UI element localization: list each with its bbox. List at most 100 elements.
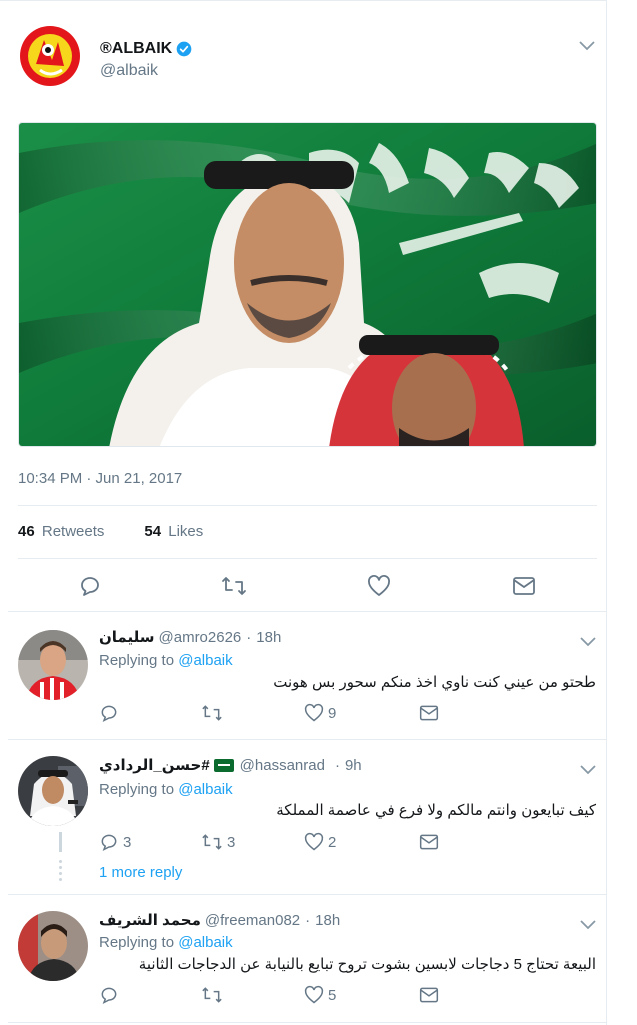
reply-author-handle[interactable]: @hassanrad <box>240 757 325 774</box>
retweet-button[interactable] <box>220 572 248 600</box>
reply-button[interactable] <box>99 703 123 723</box>
retweet-button[interactable]: 3 <box>201 832 235 852</box>
reply-header: حسن_الردادي# @hassanrad · 9h <box>99 756 362 775</box>
tweet-stats: 46 Retweets 54 Likes <box>18 523 203 540</box>
likes-count: 54 <box>144 523 162 540</box>
reply-icon <box>101 987 117 1005</box>
avatar[interactable] <box>18 630 88 700</box>
reply-author-handle[interactable]: @amro2626 <box>159 629 242 646</box>
retweet-icon <box>202 987 222 1003</box>
avatar[interactable] <box>18 911 88 981</box>
likes-stat[interactable]: 54 Likes <box>144 523 203 540</box>
tweet-timestamp[interactable]: 10:34 PM · Jun 21, 2017 <box>18 470 182 487</box>
reply-tweet[interactable]: محمد الشريف @freeman082 · 18h Replying t… <box>8 895 606 1022</box>
replying-to-link[interactable]: @albaik <box>178 781 232 798</box>
albaik-avatar[interactable] <box>18 24 82 88</box>
reply-icon <box>101 834 117 852</box>
direct-message-button[interactable] <box>510 572 538 600</box>
like-count: 9 <box>328 704 337 722</box>
retweet-button[interactable] <box>201 985 227 1005</box>
reply-time[interactable]: 18h <box>256 629 281 646</box>
replying-prefix: Replying to <box>99 652 175 669</box>
reply-text: كيف تبايعون وانتم مالكم ولا فرع في عاصمة… <box>276 802 596 819</box>
replying-prefix: Replying to <box>99 934 175 951</box>
envelope-icon <box>419 834 439 850</box>
column-divider <box>606 0 607 1025</box>
reply-icon <box>81 577 99 596</box>
thread-line <box>59 832 62 852</box>
envelope-icon <box>513 577 535 595</box>
tweet-author-name[interactable]: ®ALBAIK <box>100 40 192 58</box>
replying-to: Replying to @albaik <box>99 934 233 951</box>
saudi-flag-icon <box>213 758 234 772</box>
reply-button[interactable]: 3 <box>99 832 131 852</box>
reply-count: 3 <box>123 833 132 851</box>
reply-icon <box>101 705 117 723</box>
flag-portrait-image <box>19 123 596 446</box>
show-more-replies-link[interactable]: 1 more reply <box>99 864 182 881</box>
like-count: 2 <box>328 833 337 851</box>
reply-time[interactable]: 9h <box>345 757 362 774</box>
reply-tweet[interactable]: سليمان @amro2626 · 18h Replying to @alba… <box>8 612 606 739</box>
top-border <box>0 0 606 3</box>
display-name: ®ALBAIK <box>100 40 173 57</box>
reply-menu-chevron-down-icon[interactable] <box>580 634 596 650</box>
likes-label: Likes <box>168 523 204 540</box>
reply-author-handle[interactable]: @freeman082 <box>205 912 300 929</box>
like-button[interactable]: 9 <box>304 703 336 723</box>
retweets-label: Retweets <box>41 523 105 540</box>
reply-button[interactable] <box>99 985 123 1005</box>
divider <box>18 558 597 559</box>
reply-author-name[interactable]: محمد الشريف <box>99 911 201 929</box>
reply-menu-chevron-down-icon[interactable] <box>580 917 596 933</box>
replying-to-link[interactable]: @albaik <box>178 652 232 669</box>
like-button[interactable] <box>365 572 393 600</box>
heart-icon <box>304 832 324 851</box>
heart-icon <box>304 985 324 1004</box>
retweet-icon <box>202 705 222 721</box>
retweet-icon <box>202 834 222 850</box>
reply-time[interactable]: 18h <box>315 912 340 929</box>
like-button[interactable]: 5 <box>304 985 336 1005</box>
like-count: 5 <box>328 986 337 1004</box>
direct-message-button[interactable] <box>419 985 439 1005</box>
direct-message-button[interactable] <box>419 832 439 852</box>
reply-header: محمد الشريف @freeman082 · 18h <box>99 911 341 930</box>
retweet-icon <box>222 577 246 595</box>
reply-actions: 5 <box>99 985 499 1007</box>
retweets-count: 46 <box>18 523 35 540</box>
envelope-icon <box>419 705 439 721</box>
direct-message-button[interactable] <box>419 703 439 723</box>
avatar[interactable] <box>18 756 88 826</box>
reply-button[interactable] <box>76 572 104 600</box>
tweet-header: ®ALBAIK @albaik <box>18 24 598 96</box>
reply-text: البيعة تحتاج 5 دجاجات لابسين بشوت تروح ت… <box>138 956 596 973</box>
retweets-stat[interactable]: 46 Retweets <box>18 523 104 540</box>
verified-badge-icon <box>176 41 192 57</box>
reply-tweet[interactable]: حسن_الردادي# @hassanrad · 9h Replying to… <box>8 740 606 894</box>
reply-author-name[interactable]: سليمان <box>99 628 155 646</box>
replying-to: Replying to @albaik <box>99 652 233 669</box>
tweet-image[interactable] <box>18 122 597 447</box>
tweet-author-handle[interactable]: @albaik <box>100 62 158 80</box>
tweet-actions <box>18 572 597 600</box>
divider <box>8 1022 606 1023</box>
retweet-count: 3 <box>227 833 236 851</box>
thread-dots <box>59 860 62 884</box>
tweet-menu-chevron-down-icon[interactable] <box>579 38 595 54</box>
envelope-icon <box>419 987 439 1003</box>
reply-text: طحتو من عيني كنت ناوي اخذ منكم سحور بس ه… <box>273 674 596 691</box>
divider <box>18 505 597 506</box>
heart-icon <box>368 575 390 596</box>
reply-actions: 9 <box>99 703 499 725</box>
replying-to-link[interactable]: @albaik <box>178 934 232 951</box>
reply-author-name[interactable]: حسن_الردادي# <box>99 756 210 774</box>
replying-prefix: Replying to <box>99 781 175 798</box>
heart-icon <box>304 703 324 722</box>
retweet-button[interactable] <box>201 703 227 723</box>
like-button[interactable]: 2 <box>304 832 336 852</box>
reply-actions: 3 3 2 <box>99 832 499 854</box>
replying-to: Replying to @albaik <box>99 781 233 798</box>
reply-menu-chevron-down-icon[interactable] <box>580 762 596 778</box>
reply-header: سليمان @amro2626 · 18h <box>99 628 282 647</box>
